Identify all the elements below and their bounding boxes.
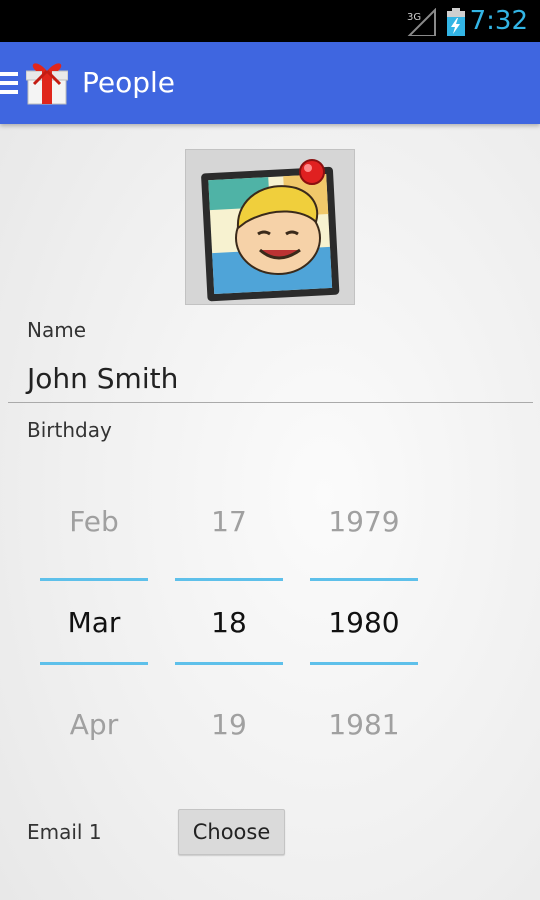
name-label: Name — [27, 318, 87, 342]
day-selected[interactable]: 18 — [175, 606, 283, 640]
year-divider-bottom — [310, 662, 418, 665]
app-title: People — [82, 66, 176, 99]
year-next[interactable]: 1981 — [310, 708, 418, 742]
name-field[interactable]: John Smith — [27, 362, 178, 396]
choose-email-button[interactable]: Choose — [178, 809, 285, 855]
status-bar: 3G 7:32 — [0, 0, 540, 42]
svg-text:3G: 3G — [407, 12, 421, 23]
year-divider-top — [310, 578, 418, 581]
avatar-cartoon-icon — [201, 159, 340, 302]
action-bar: People — [0, 42, 540, 124]
birthday-label: Birthday — [27, 418, 112, 442]
day-prev[interactable]: 17 — [175, 505, 283, 539]
contact-photo-button[interactable] — [185, 149, 355, 305]
signal-3g-icon: 3G — [407, 8, 436, 36]
month-prev[interactable]: Feb — [40, 505, 148, 539]
day-divider-top — [175, 578, 283, 581]
month-next[interactable]: Apr — [40, 708, 148, 742]
gift-icon[interactable] — [26, 58, 68, 106]
day-divider-bottom — [175, 662, 283, 665]
menu-icon[interactable] — [0, 72, 18, 94]
battery-charging-icon — [447, 8, 465, 36]
name-field-underline — [8, 402, 533, 403]
status-time: 7:32 — [469, 6, 528, 36]
day-next[interactable]: 19 — [175, 708, 283, 742]
month-selected[interactable]: Mar — [40, 606, 148, 640]
year-prev[interactable]: 1979 — [310, 505, 418, 539]
month-divider-bottom — [40, 662, 148, 665]
year-selected[interactable]: 1980 — [310, 606, 418, 640]
month-divider-top — [40, 578, 148, 581]
email-label: Email 1 — [27, 820, 102, 844]
